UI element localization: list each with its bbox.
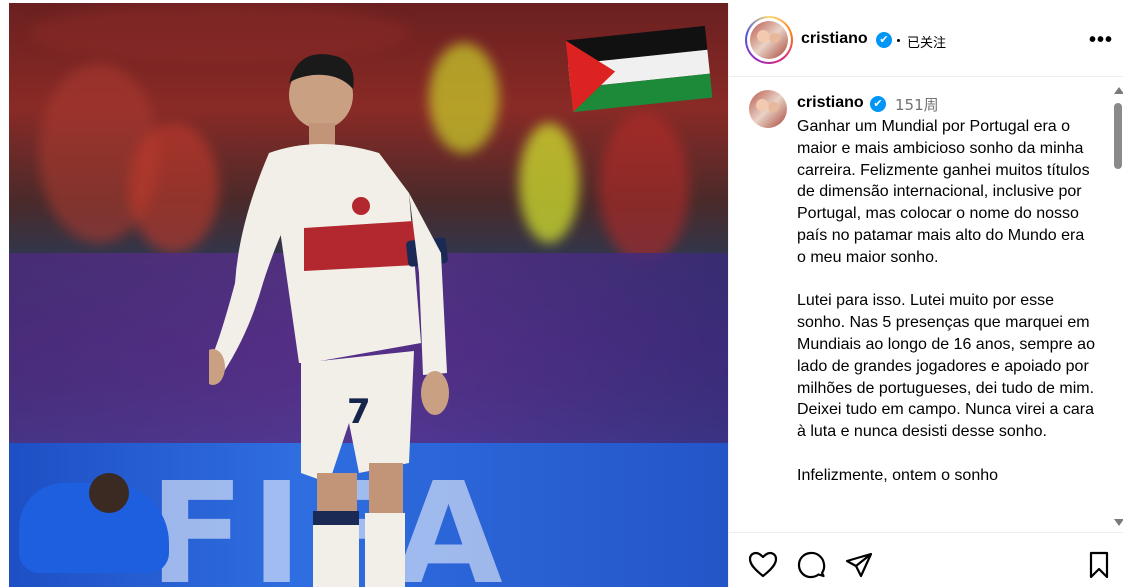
caption-section: cristiano ✔ 151周 Ganhar um Mundial por P… <box>729 78 1123 533</box>
scroll-up-icon[interactable] <box>1114 87 1123 94</box>
player-figure: 7 <box>209 54 449 587</box>
verified-icon: ✔ <box>876 32 892 48</box>
caption-timestamp[interactable]: 151周 <box>895 94 939 115</box>
flag <box>565 25 713 113</box>
caption-scrollbar[interactable] <box>1112 83 1123 533</box>
caption-username[interactable]: cristiano <box>797 94 864 112</box>
scroll-thumb[interactable] <box>1114 103 1122 169</box>
post-header: cristiano ✔ 已关注 ••• <box>729 3 1123 77</box>
scroll-down-icon[interactable] <box>1114 519 1123 526</box>
comment-icon[interactable] <box>796 550 826 580</box>
avatar[interactable] <box>750 21 788 59</box>
bookmark-icon[interactable] <box>1084 550 1114 580</box>
shirt-number: 7 <box>347 392 371 432</box>
separator-dot <box>897 39 900 42</box>
send-icon[interactable] <box>844 550 874 580</box>
background-player <box>9 473 179 587</box>
post-image[interactable]: FIFA 7 <box>9 3 728 587</box>
caption-verified-icon: ✔ <box>870 96 886 112</box>
caption-avatar[interactable] <box>749 90 787 128</box>
header-username[interactable]: cristiano <box>801 30 868 48</box>
post-panel: cristiano ✔ 已关注 ••• cristiano ✔ 151周 Gan… <box>728 3 1123 587</box>
action-bar <box>729 533 1123 587</box>
heart-icon[interactable] <box>748 550 778 580</box>
story-ring[interactable] <box>745 16 793 64</box>
caption-text: Ganhar um Mundial por Portugal era o mai… <box>797 118 1095 484</box>
following-button[interactable]: 已关注 <box>907 32 946 51</box>
more-options-icon[interactable]: ••• <box>1089 29 1113 52</box>
